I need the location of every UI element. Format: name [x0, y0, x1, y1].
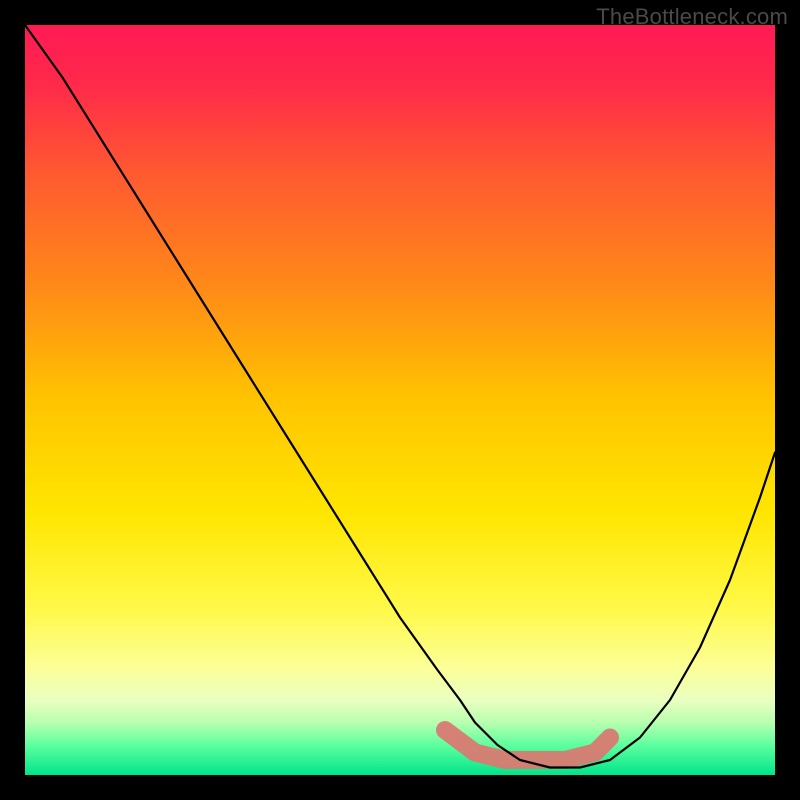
bottleneck-chart: [25, 25, 775, 775]
chart-frame: TheBottleneck.com: [0, 0, 800, 800]
plot-area: [25, 25, 775, 775]
gradient-background: [25, 25, 775, 775]
